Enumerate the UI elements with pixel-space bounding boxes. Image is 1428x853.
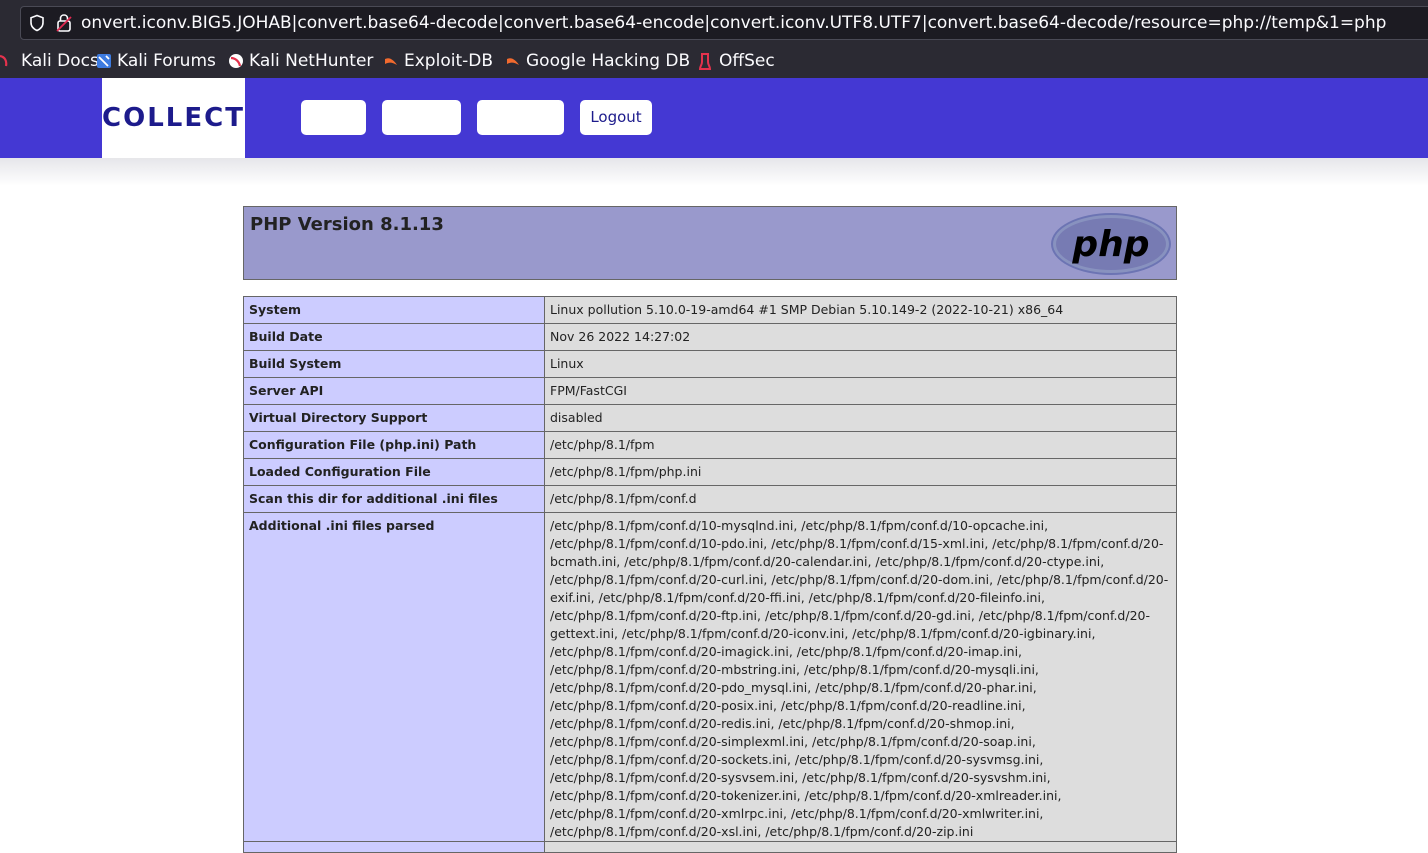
info-value: /etc/php/8.1/fpm/php.ini xyxy=(544,458,1177,486)
bookmark-label: Kali NetHunter xyxy=(249,51,374,71)
php-logo-icon[interactable]: php xyxy=(1050,212,1172,276)
bookmark-label: OffSec xyxy=(719,51,775,71)
url-bar[interactable]: onvert.iconv.BIG5.JOHAB|convert.base64-d… xyxy=(20,6,1428,40)
info-key: Configuration File (php.ini) Path xyxy=(243,431,545,459)
table-row: Server API FPM/FastCGI xyxy=(243,377,1177,405)
exploit-db-icon xyxy=(383,53,399,69)
info-key: Loaded Configuration File xyxy=(243,458,545,486)
bookmark-label: Kali Docs xyxy=(21,51,99,71)
info-key xyxy=(243,841,545,853)
bookmark-label: Google Hacking DB xyxy=(526,51,691,71)
table-row: System Linux pollution 5.10.0-19-amd64 #… xyxy=(243,296,1177,324)
info-value: disabled xyxy=(544,404,1177,432)
info-value xyxy=(544,841,1177,853)
table-row: Build Date Nov 26 2022 14:27:02 xyxy=(243,323,1177,351)
brand-logo[interactable]: COLLECT xyxy=(102,78,245,158)
bookmark-google-hacking-db[interactable]: Google Hacking DB xyxy=(505,44,690,78)
browser-toolbar: onvert.iconv.BIG5.JOHAB|convert.base64-d… xyxy=(0,0,1428,44)
info-value: /etc/php/8.1/fpm/conf.d/10-mysqlnd.ini, … xyxy=(544,512,1177,842)
nav-button-2[interactable] xyxy=(382,100,461,135)
info-value: /etc/php/8.1/fpm/conf.d xyxy=(544,485,1177,513)
bookmark-label: Kali Forums xyxy=(117,51,216,71)
table-row xyxy=(243,841,1177,853)
php-logo-text: php xyxy=(1071,224,1149,265)
info-value: FPM/FastCGI xyxy=(544,377,1177,405)
bookmarks-toolbar: Kali Docs Kali Forums Kali NetHunter Exp… xyxy=(0,44,1428,78)
site-header: COLLECT Logout xyxy=(0,78,1428,158)
table-row: Virtual Directory Support disabled xyxy=(243,404,1177,432)
offsec-icon xyxy=(698,53,714,70)
php-version-title: PHP Version 8.1.13 xyxy=(250,214,444,235)
info-value: Linux pollution 5.10.0-19-amd64 #1 SMP D… xyxy=(544,296,1177,324)
table-row: Loaded Configuration File /etc/php/8.1/f… xyxy=(243,458,1177,486)
bookmark-kali-forums[interactable]: Kali Forums xyxy=(96,44,216,78)
header-shadow xyxy=(0,158,1428,186)
table-row: Scan this dir for additional .ini files … xyxy=(243,485,1177,513)
info-key: Build System xyxy=(243,350,545,378)
lock-warning-icon[interactable] xyxy=(55,13,73,33)
info-key: Build Date xyxy=(243,323,545,351)
bookmark-kali-docs[interactable]: Kali Docs xyxy=(0,44,99,78)
info-key: Additional .ini files parsed xyxy=(243,512,545,842)
kali-nethunter-icon xyxy=(228,53,244,69)
info-value: /etc/php/8.1/fpm xyxy=(544,431,1177,459)
logout-button[interactable]: Logout xyxy=(580,100,652,135)
nav-button-3[interactable] xyxy=(477,100,564,135)
info-key: System xyxy=(243,296,545,324)
info-key: Server API xyxy=(243,377,545,405)
nav-button-1[interactable] xyxy=(301,100,366,135)
info-key: Virtual Directory Support xyxy=(243,404,545,432)
bookmark-label: Exploit-DB xyxy=(404,51,493,71)
bookmark-exploit-db[interactable]: Exploit-DB xyxy=(383,44,493,78)
table-row: Additional .ini files parsed /etc/php/8.… xyxy=(243,512,1177,842)
url-text[interactable]: onvert.iconv.BIG5.JOHAB|convert.base64-d… xyxy=(81,11,1386,35)
tracking-shield-icon[interactable] xyxy=(28,14,46,32)
info-value: Nov 26 2022 14:27:02 xyxy=(544,323,1177,351)
table-row: Configuration File (php.ini) Path /etc/p… xyxy=(243,431,1177,459)
kali-docs-icon xyxy=(0,53,16,69)
bookmark-offsec[interactable]: OffSec xyxy=(698,44,775,78)
php-version-banner: PHP Version 8.1.13 php xyxy=(243,206,1177,280)
info-value: Linux xyxy=(544,350,1177,378)
table-row: Build System Linux xyxy=(243,350,1177,378)
phpinfo-table: System Linux pollution 5.10.0-19-amd64 #… xyxy=(243,296,1177,853)
info-key: Scan this dir for additional .ini files xyxy=(243,485,545,513)
bookmark-kali-nethunter[interactable]: Kali NetHunter xyxy=(228,44,373,78)
google-hacking-db-icon xyxy=(505,53,521,69)
kali-forums-icon xyxy=(96,53,112,69)
